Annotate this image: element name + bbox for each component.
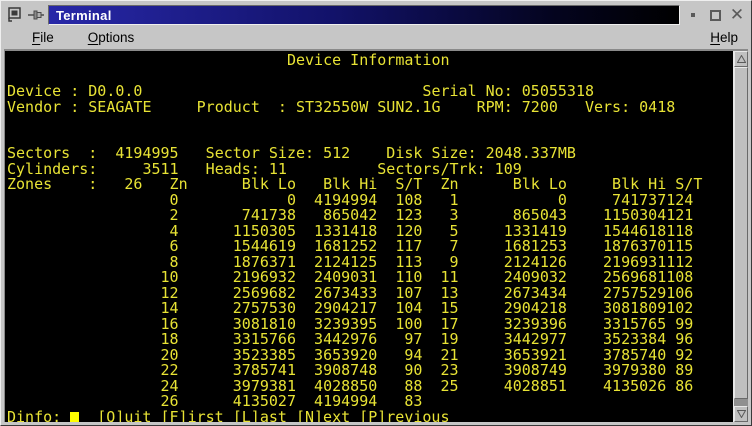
- prompt-actions: [Q]uit [F]irst [L]ast [N]ext [P]revious: [97, 408, 449, 423]
- terminal-monitor-icon: [6, 7, 22, 23]
- maximize-box-icon: [710, 10, 721, 21]
- window-menu-button[interactable]: [4, 5, 24, 25]
- terminal-screen: Device Information Device : D0.0.0 Seria…: [7, 53, 733, 410]
- text-cursor: [70, 412, 79, 423]
- minimize-dot-icon: [691, 13, 695, 17]
- window-title: Terminal: [48, 5, 680, 25]
- arrow-up-icon: [737, 55, 746, 63]
- terminal-area[interactable]: Device Information Device : D0.0.0 Seria…: [5, 51, 733, 422]
- window-title-text: Terminal: [56, 8, 112, 23]
- maximize-button[interactable]: [704, 5, 726, 25]
- scrollbar-trough[interactable]: [734, 399, 748, 406]
- prompt-label: Dinfo:: [7, 408, 61, 423]
- pin-button[interactable]: [26, 5, 46, 25]
- scrollbar-thumb[interactable]: [734, 67, 748, 399]
- scroll-down-button[interactable]: [734, 406, 748, 422]
- menu-file[interactable]: File: [32, 30, 54, 45]
- close-x-icon: ✕: [730, 7, 744, 24]
- terminal-window: Terminal ✕ File Options Help Device Info…: [0, 0, 752, 426]
- prompt-line: Dinfo: [Q]uit [F]irst [L]ast [N]ext [P]r…: [7, 410, 733, 423]
- menu-options[interactable]: Options: [88, 30, 135, 45]
- arrow-down-icon: [737, 410, 746, 418]
- scroll-up-button[interactable]: [734, 51, 748, 67]
- scrollbar[interactable]: [733, 51, 748, 422]
- menubar: File Options Help: [4, 26, 748, 50]
- titlebar[interactable]: Terminal ✕: [4, 4, 748, 26]
- pushpin-icon: [27, 8, 45, 22]
- minimize-button[interactable]: [682, 5, 704, 25]
- menu-help[interactable]: Help: [710, 30, 738, 45]
- close-button[interactable]: ✕: [726, 5, 748, 25]
